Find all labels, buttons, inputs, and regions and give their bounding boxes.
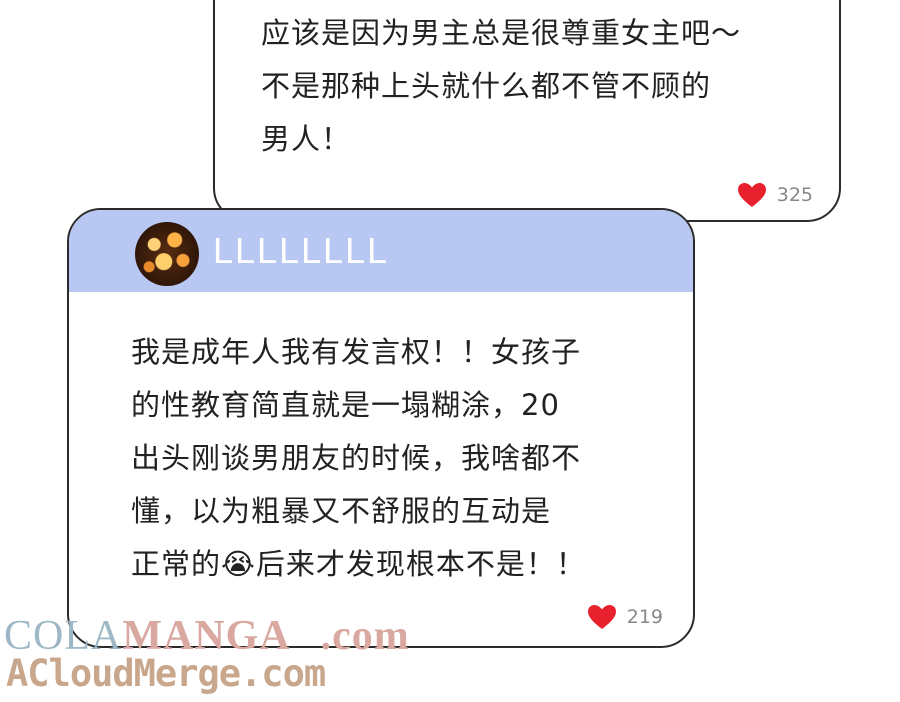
comment-text: 我是成年人我有发言权！！女孩子 的性教育简直就是一塌糊涂，20 出头刚谈男朋友的… — [131, 335, 586, 581]
like-count: 219 — [626, 606, 663, 628]
comment-text: 应该是因为男主总是很尊重女主吧～ 不是那种上头就什么都不管不顾的 男人！ — [261, 16, 742, 156]
like-count: 325 — [776, 184, 813, 206]
like-button[interactable]: 325 — [737, 182, 813, 208]
comment-card-1: 应该是因为男主总是很尊重女主吧～ 不是那种上头就什么都不管不顾的 男人！ 325 — [213, 0, 841, 222]
heart-icon — [587, 604, 617, 630]
like-button[interactable]: 219 — [587, 604, 663, 630]
username[interactable]: LLLLLLLL — [213, 230, 389, 272]
comment-header: LLLLLLLL — [69, 210, 693, 292]
watermark-acloudmerge: ACloudMerge.com — [6, 652, 326, 695]
avatar[interactable] — [135, 222, 199, 286]
comment-card-2: LLLLLLLL 我是成年人我有发言权！！女孩子 的性教育简直就是一塌糊涂，20… — [67, 208, 695, 648]
heart-icon — [737, 182, 767, 208]
